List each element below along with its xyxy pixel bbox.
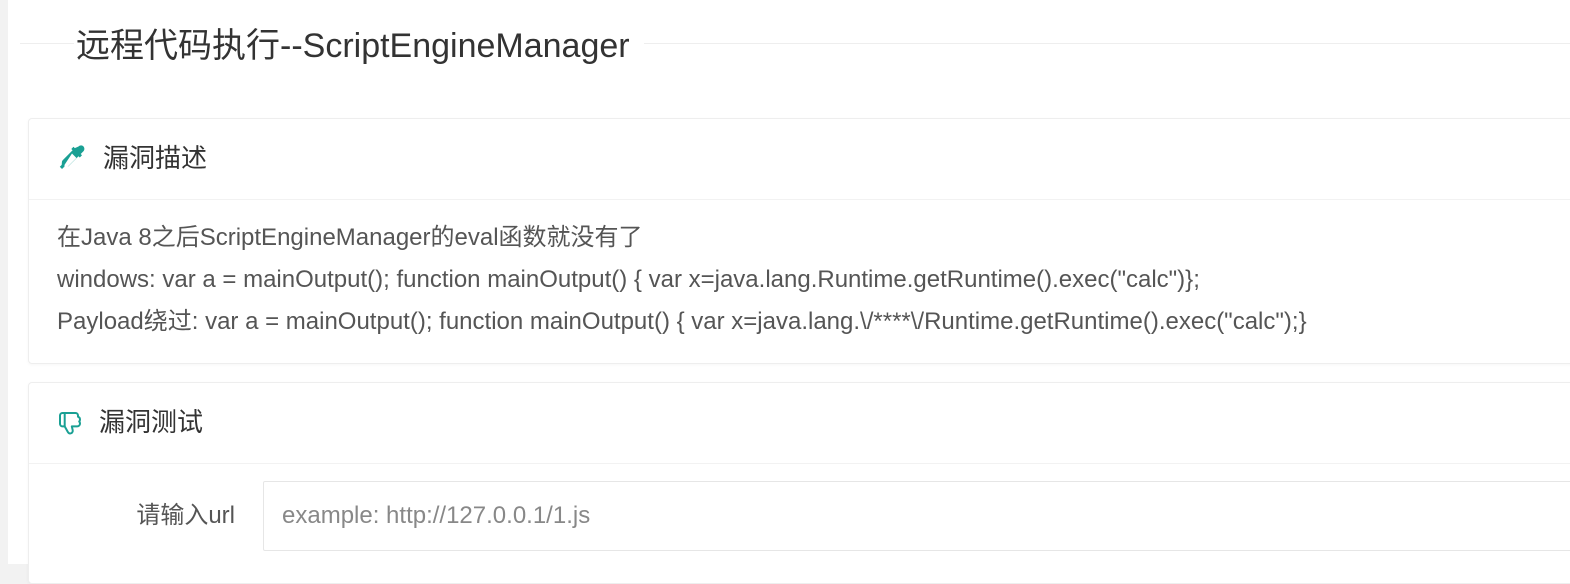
url-input[interactable]: [263, 481, 1570, 551]
description-line: Payload绕过: var a = mainOutput(); functio…: [57, 308, 1307, 335]
eyedropper-icon: [59, 145, 85, 169]
vulnerability-description-card: 漏洞描述 在Java 8之后ScriptEngineManager的eval函数…: [28, 118, 1570, 364]
description-card-title: 漏洞描述: [103, 143, 208, 173]
description-line: 在Java 8之后ScriptEngineManager的eval函数就没有了: [57, 224, 643, 251]
page-container: 远程代码执行--ScriptEngineManager 漏洞描述 在Java 8…: [8, 0, 1570, 584]
page-title: 远程代码执行--ScriptEngineManager: [74, 24, 644, 68]
description-line: windows: var a = mainOutput(); function …: [57, 266, 1200, 293]
vulnerability-test-card: 漏洞测试 请输入url: [28, 382, 1570, 584]
url-input-label: 请输入url: [136, 502, 235, 529]
description-card-body: 在Java 8之后ScriptEngineManager的eval函数就没有了 …: [57, 217, 1570, 343]
description-card-header: 漏洞描述: [29, 119, 1570, 200]
page-title-row: 远程代码执行--ScriptEngineManager: [20, 0, 1570, 90]
test-card-header: 漏洞测试: [29, 383, 1570, 464]
test-card-title: 漏洞测试: [99, 407, 204, 437]
pointing-hand-icon: [59, 412, 81, 435]
